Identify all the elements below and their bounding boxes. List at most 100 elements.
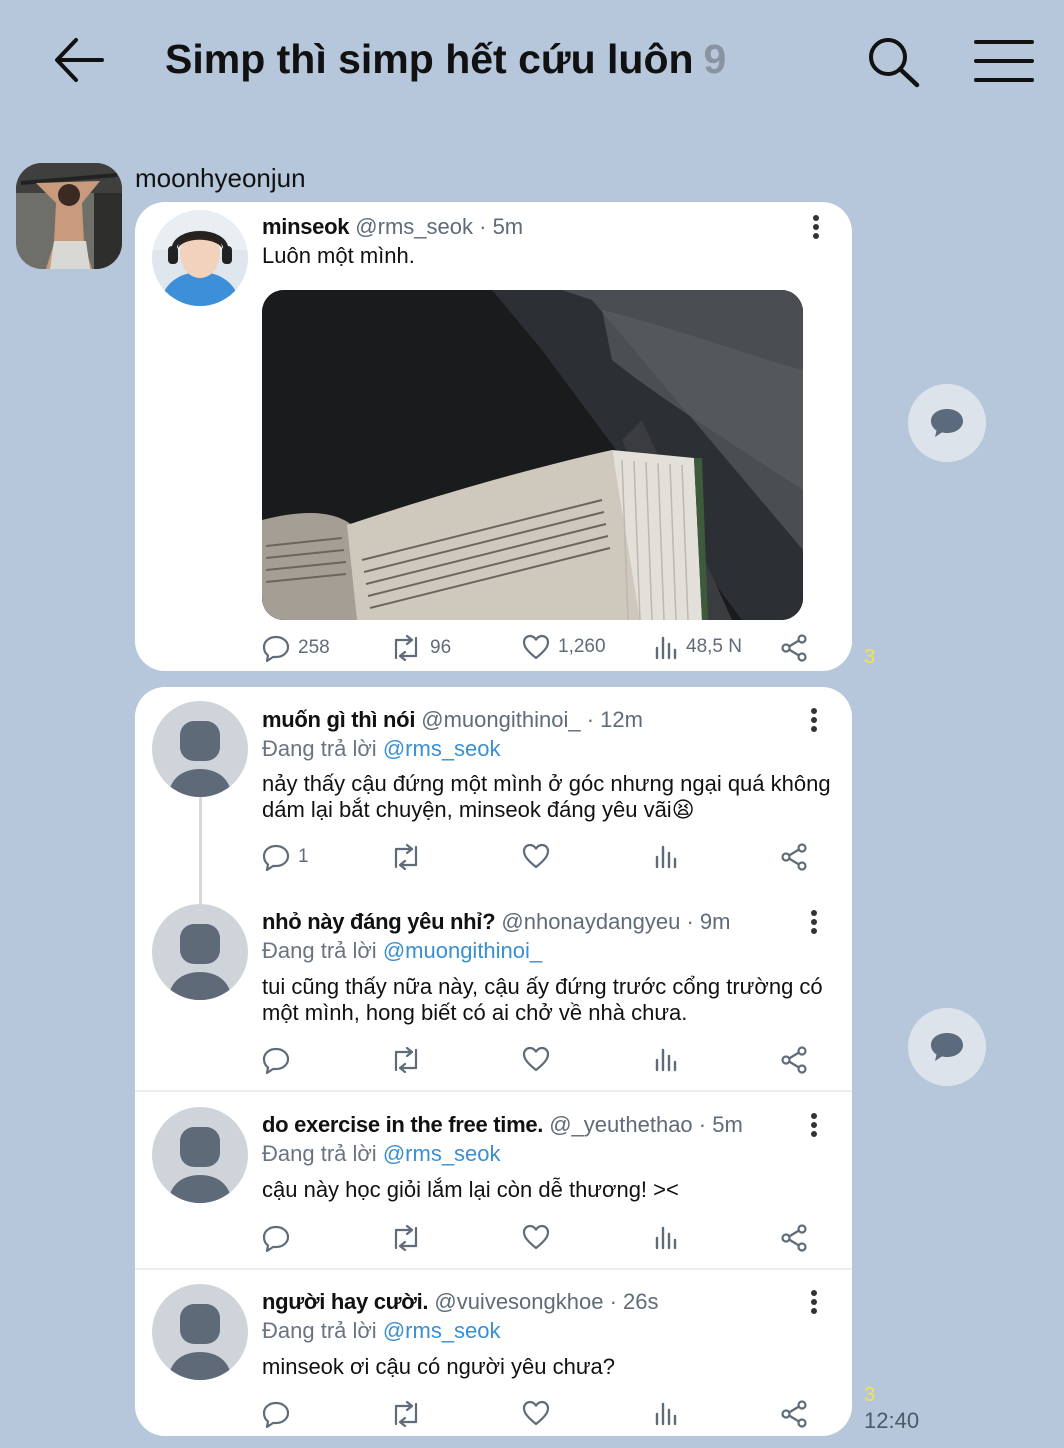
reply-author-handle[interactable]: @nhonaydangyeu — [501, 909, 680, 934]
reply-icon — [262, 1225, 290, 1252]
divider — [135, 1268, 852, 1270]
more-options-icon[interactable] — [809, 909, 819, 935]
views-count: 48,5 N — [686, 636, 742, 657]
reply-button[interactable] — [262, 1400, 290, 1428]
more-options-icon[interactable] — [811, 214, 821, 240]
like-button[interactable] — [522, 1046, 550, 1072]
heart-icon — [522, 843, 550, 869]
reply-author-handle[interactable]: @_yeuthethao — [549, 1112, 692, 1137]
retweet-button[interactable] — [390, 843, 422, 871]
sender-name[interactable]: moonhyeonjun — [135, 163, 306, 194]
retweet-button[interactable] — [390, 1400, 422, 1428]
reply-button[interactable] — [262, 1046, 290, 1074]
share-icon — [781, 1400, 807, 1428]
views-button[interactable] — [654, 1046, 678, 1072]
chat-bubble-button[interactable] — [908, 384, 986, 462]
replying-to-handle[interactable]: @rms_seok — [383, 1318, 501, 1343]
like-button[interactable]: 1,260 — [522, 634, 606, 660]
message-time: 12:40 — [864, 1408, 920, 1433]
views-button[interactable] — [654, 1400, 678, 1426]
reply-text: tui cũng thấy nữa này, cậu ấy đứng trước… — [262, 974, 823, 1025]
tweet-author-avatar[interactable] — [152, 210, 248, 306]
tweet-card[interactable]: minseok @rms_seok · 5m Luôn một mình. 25… — [135, 202, 852, 671]
chat-bubble-icon — [931, 409, 963, 437]
replies-card[interactable]: muốn gì thì nói @muongithinoi_ · 12m Đan… — [135, 687, 852, 1436]
sender-avatar[interactable] — [16, 163, 122, 269]
replying-to: Đang trả lời @muongithinoi_ — [262, 938, 542, 964]
reply-button[interactable]: 1 — [262, 843, 309, 871]
reply-author-name[interactable]: muốn gì thì nói — [262, 707, 415, 732]
replying-to-handle[interactable]: @rms_seok — [383, 736, 501, 761]
retweet-icon — [394, 634, 418, 662]
heart-icon — [522, 1046, 550, 1072]
like-button[interactable] — [522, 1400, 550, 1426]
views-button[interactable] — [654, 1224, 678, 1250]
share-button[interactable] — [780, 1224, 808, 1252]
retweet-button[interactable] — [390, 1046, 422, 1074]
reply-icon — [262, 844, 290, 871]
replying-to: Đang trả lời @rms_seok — [262, 736, 501, 762]
retweet-icon — [394, 1224, 418, 1252]
reply-actions — [135, 1046, 852, 1080]
reply-actions: 1 — [135, 843, 852, 877]
member-count: 9 — [703, 36, 727, 82]
reply-author-name[interactable]: người hay cười. — [262, 1289, 429, 1314]
reply-text: cậu này học giỏi lắm lại còn dễ thương! … — [262, 1177, 679, 1202]
read-count: 3 — [864, 1384, 876, 1406]
views-icon — [655, 845, 677, 869]
reply-avatar[interactable] — [152, 1107, 248, 1203]
author-name[interactable]: minseok — [262, 214, 349, 239]
reply-time: · 9m — [686, 909, 731, 934]
like-count: 1,260 — [558, 636, 606, 657]
retweet-button[interactable]: 96 — [390, 634, 451, 662]
tweet-photo[interactable] — [262, 290, 803, 620]
retweet-icon — [394, 843, 418, 871]
read-count: 3 — [864, 646, 876, 668]
reply-count: 1 — [298, 846, 309, 867]
more-options-icon[interactable] — [809, 707, 819, 733]
reply-avatar[interactable] — [152, 904, 248, 1000]
reply-author-handle[interactable]: @muongithinoi_ — [421, 707, 580, 732]
menu-icon[interactable] — [974, 38, 1034, 84]
replying-to-handle[interactable]: @muongithinoi_ — [383, 938, 542, 963]
share-button[interactable] — [780, 1400, 808, 1428]
tweet-actions: 258 96 1,260 48,5 N — [135, 634, 852, 668]
back-arrow-icon[interactable] — [52, 36, 104, 84]
reply-icon — [262, 635, 290, 662]
reply-button[interactable]: 258 — [262, 634, 330, 662]
views-button[interactable]: 48,5 N — [654, 634, 742, 660]
more-options-icon[interactable] — [809, 1289, 819, 1315]
search-icon[interactable] — [866, 36, 920, 88]
reply-avatar[interactable] — [152, 1284, 248, 1380]
reply-author-name[interactable]: nhỏ này đáng yêu nhỉ? — [262, 909, 496, 934]
replying-to: Đang trả lời @rms_seok — [262, 1318, 501, 1344]
share-button[interactable] — [780, 1046, 808, 1074]
tweet-text: Luôn một mình. — [262, 243, 415, 268]
replying-to-handle[interactable]: @rms_seok — [383, 1141, 501, 1166]
author-handle[interactable]: @rms_seok — [355, 214, 473, 239]
reply-text: minseok ơi cậu có người yêu chưa? — [262, 1354, 616, 1379]
chat-title: Simp thì simp hết cứu luôn 9 — [165, 36, 726, 83]
reply-header: muốn gì thì nói @muongithinoi_ · 12m — [262, 707, 643, 733]
replying-to-label: Đang trả lời — [262, 1141, 377, 1166]
reply-time: · 5m — [698, 1112, 743, 1137]
share-icon — [781, 1224, 807, 1252]
reply-author-handle[interactable]: @vuivesongkhoe — [434, 1289, 603, 1314]
share-button[interactable] — [780, 843, 808, 871]
reply-author-name[interactable]: do exercise in the free time. — [262, 1112, 543, 1137]
reply-button[interactable] — [262, 1224, 290, 1252]
more-options-icon[interactable] — [809, 1112, 819, 1138]
reply-time: · 26s — [609, 1289, 659, 1314]
like-button[interactable] — [522, 843, 550, 869]
chat-bubble-button[interactable] — [908, 1008, 986, 1086]
views-button[interactable] — [654, 843, 678, 869]
reply-avatar[interactable] — [152, 701, 248, 797]
share-icon — [781, 1046, 807, 1074]
views-icon — [655, 1402, 677, 1426]
reply-actions — [135, 1224, 852, 1258]
reply-time: · 12m — [586, 707, 643, 732]
retweet-button[interactable] — [390, 1224, 422, 1252]
retweet-icon — [394, 1046, 418, 1074]
share-button[interactable] — [780, 634, 808, 662]
like-button[interactable] — [522, 1224, 550, 1250]
